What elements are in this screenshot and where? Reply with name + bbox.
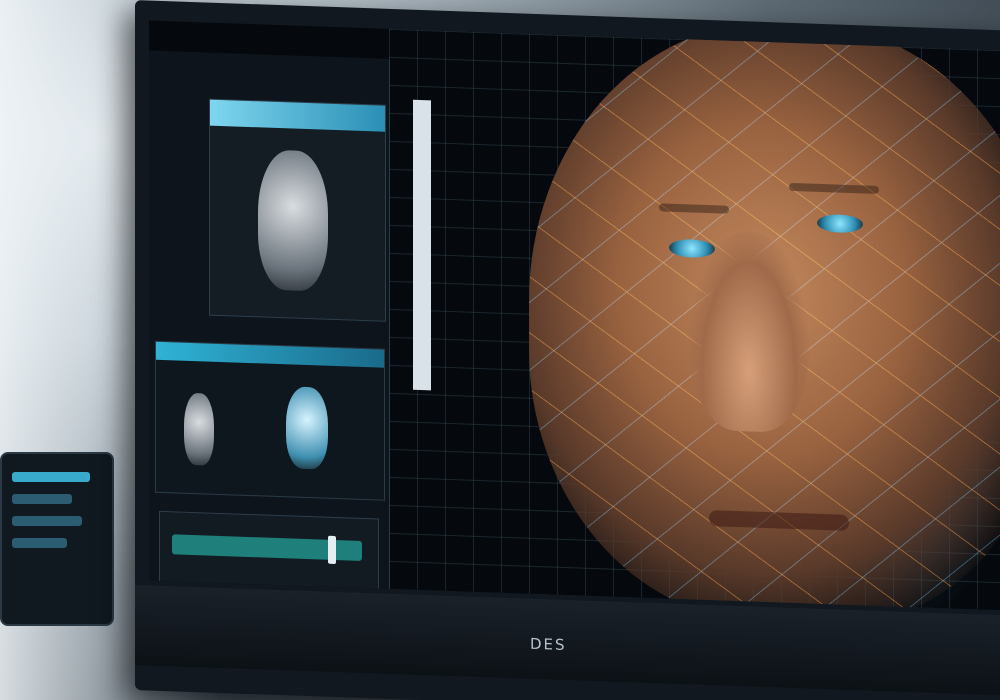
panel-header-bar — [210, 99, 385, 132]
model-thumbnails-panel — [155, 340, 385, 501]
head-model-preview — [258, 149, 328, 292]
panel-header-bar — [156, 341, 384, 368]
monitor-brand-logo: DES — [530, 634, 567, 655]
laptop-ui-bar — [12, 538, 67, 548]
timeline-handle — [328, 535, 336, 565]
computer-monitor: DES — [135, 0, 1000, 700]
photo-scene: DES — [0, 0, 1000, 700]
vertical-scroll-strip — [413, 99, 431, 391]
wireframe-head-thumbnail — [286, 386, 328, 470]
laptop-ui-bar — [12, 472, 90, 482]
software-side-panel — [149, 50, 390, 601]
laptop — [0, 452, 114, 626]
laptop-ui-bar — [12, 516, 82, 526]
monitor-screen — [149, 20, 1000, 611]
laptop-ui-bar — [12, 494, 72, 504]
3d-model-preview-panel — [209, 98, 386, 322]
head-thumbnail — [184, 392, 214, 466]
